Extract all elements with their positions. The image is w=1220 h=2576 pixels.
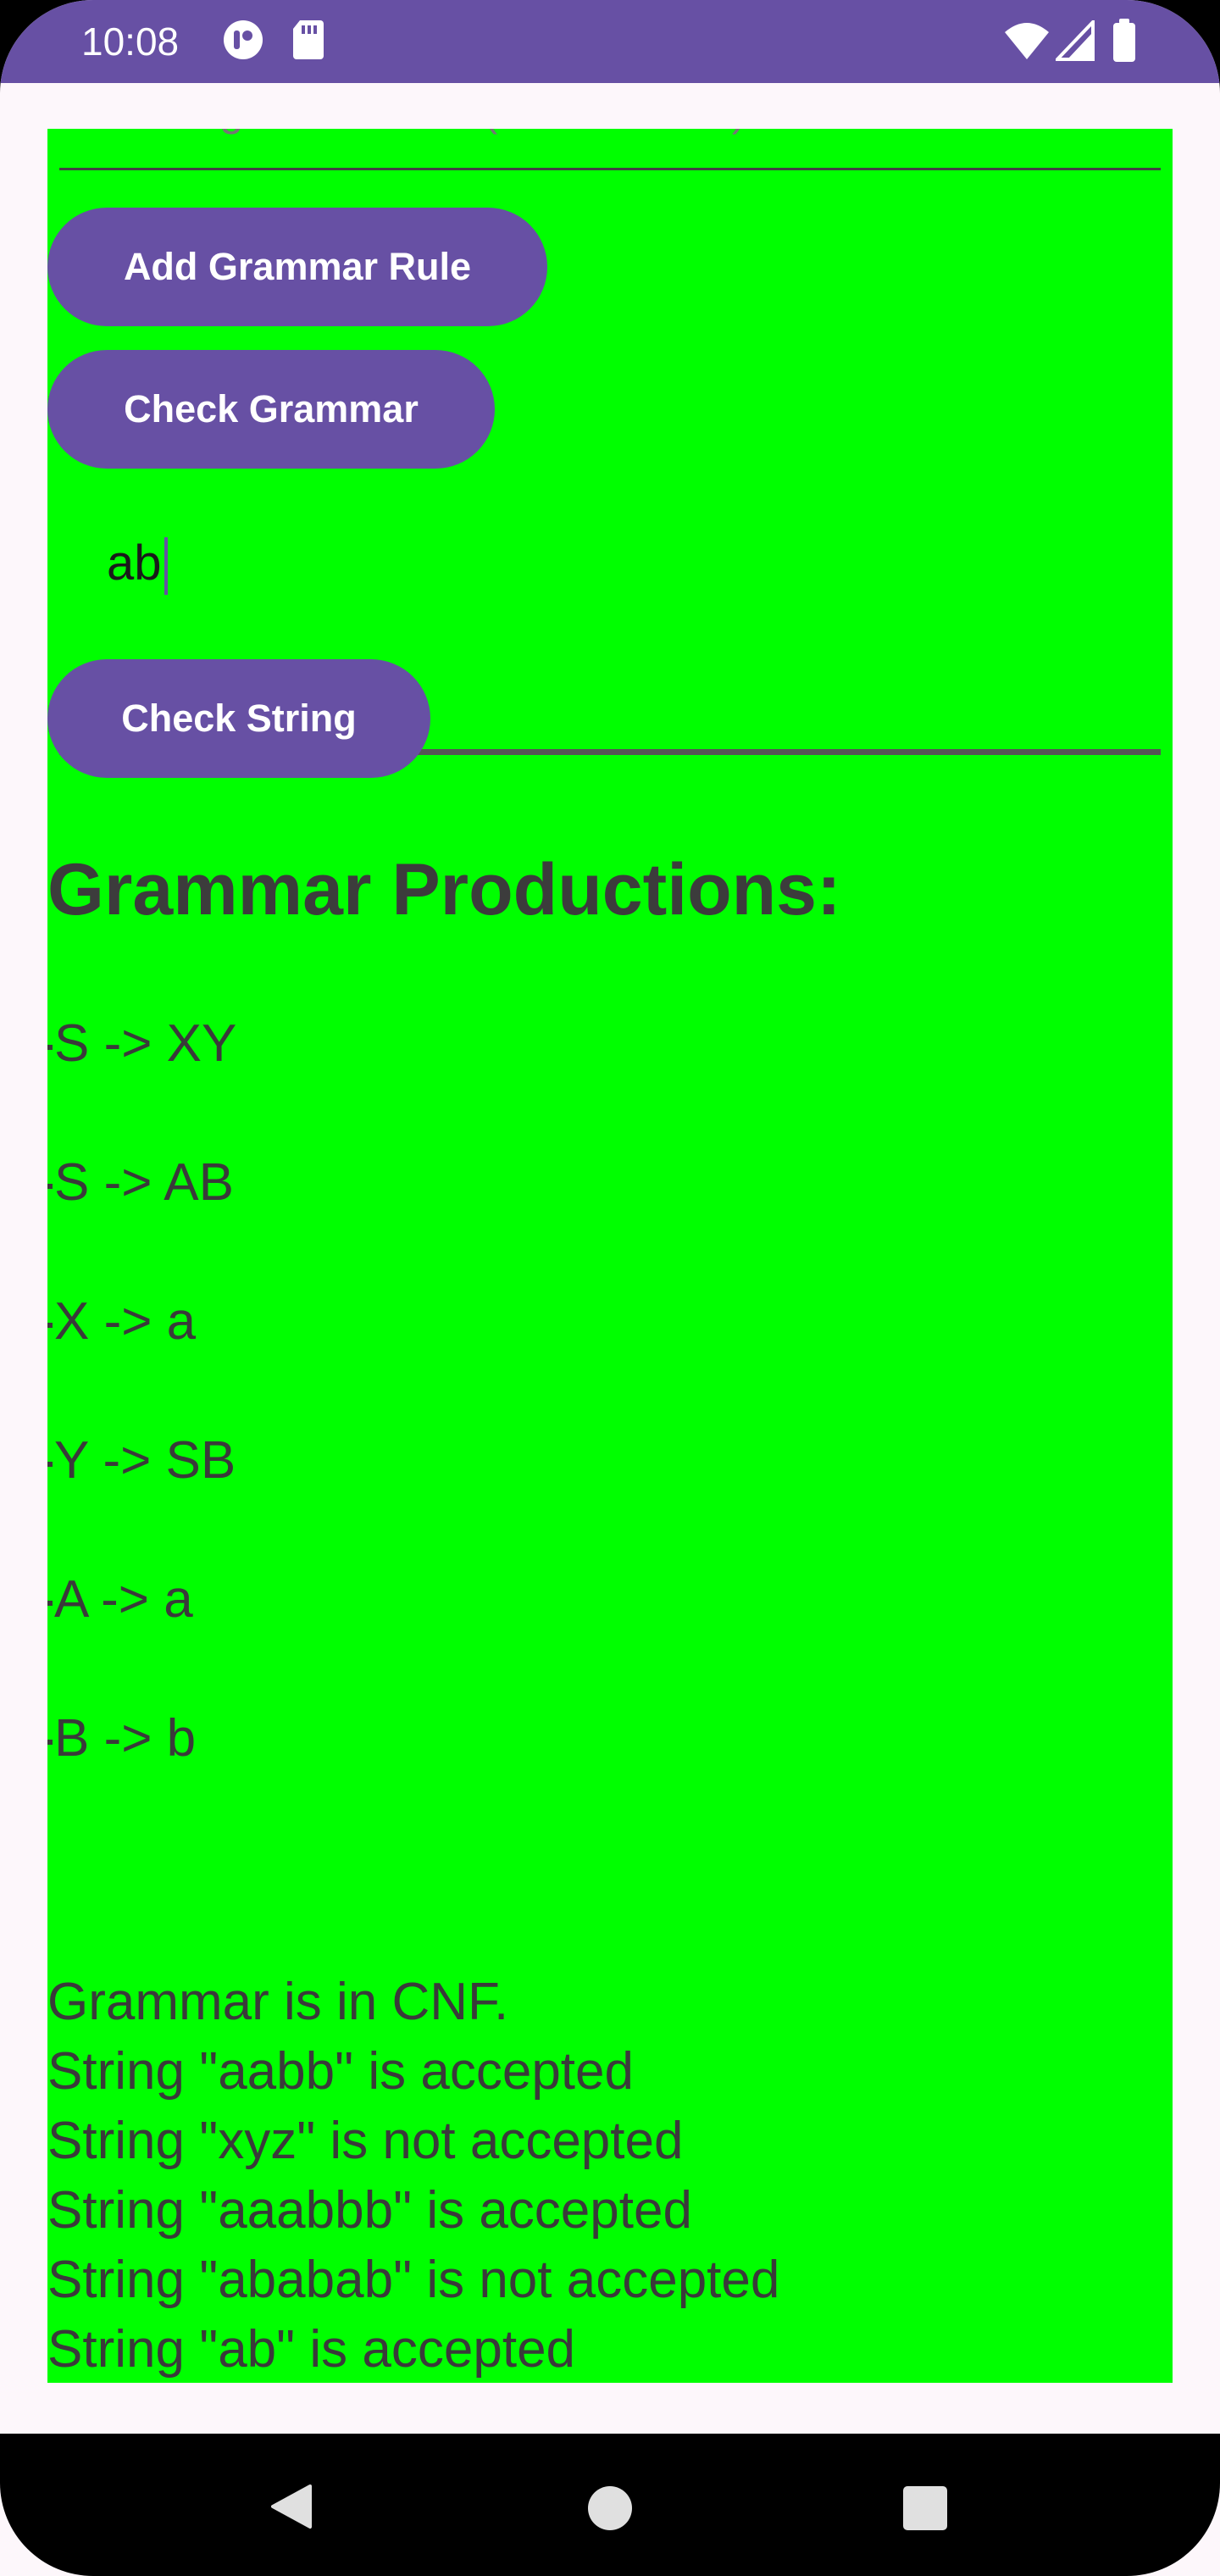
production-item: X -> a [47, 1290, 196, 1354]
bullet-icon [47, 1322, 53, 1328]
grammar-rule-underline [59, 168, 1161, 170]
production-item: Y -> SB [47, 1429, 236, 1493]
grammar-rule-field[interactable] [59, 129, 1161, 171]
recents-icon[interactable] [903, 2486, 947, 2530]
result-line: String "aabb" is accepted [47, 2042, 634, 2101]
app-screen: 10:08 Add Grammar Rule [0, 0, 1220, 2576]
wifi-icon [1005, 23, 1049, 59]
main-content: Add Grammar Rule Check Grammar Check Str… [47, 129, 1173, 2383]
sd-card-icon [293, 20, 324, 59]
back-icon[interactable] [268, 2483, 315, 2530]
bullet-icon [47, 1739, 53, 1745]
status-time: 10:08 [81, 19, 180, 64]
bullet-icon [47, 1600, 53, 1606]
grammar-rule-input[interactable] [107, 129, 1123, 136]
production-item: A -> a [47, 1568, 193, 1632]
check-string-button[interactable]: Check String [47, 659, 430, 778]
result-line: String "ababab" is not accepted [47, 2251, 780, 2309]
text-caret [164, 537, 168, 595]
home-icon[interactable] [586, 2484, 634, 2532]
navigation-bar [0, 2434, 1220, 2576]
app-notification-icon [224, 20, 263, 59]
results-text: Grammar is in CNF. String "aabb" is acce… [47, 1968, 779, 2383]
production-item: S -> XY [47, 1012, 236, 1076]
result-line: String "aaabbb" is accepted [47, 2181, 692, 2240]
add-grammar-rule-button[interactable]: Add Grammar Rule [47, 208, 547, 326]
test-string-input[interactable] [107, 522, 1123, 603]
result-line: Grammar is in CNF. [47, 1973, 509, 2031]
cellular-signal-icon [1056, 20, 1095, 61]
battery-icon [1113, 19, 1135, 62]
test-string-field[interactable] [59, 522, 1161, 755]
status-bar: 10:08 [0, 0, 1220, 83]
result-line: String "ab" is accepted [47, 2320, 576, 2379]
bullet-icon [47, 1044, 53, 1050]
result-line: String "xyz" is not accepted [47, 2112, 684, 2170]
bullet-icon [47, 1183, 53, 1189]
productions-title: Grammar Productions: [47, 849, 841, 930]
production-item: S -> AB [47, 1151, 234, 1215]
check-grammar-button[interactable]: Check Grammar [47, 350, 495, 469]
production-item: B -> b [47, 1707, 196, 1771]
bullet-icon [47, 1461, 53, 1467]
